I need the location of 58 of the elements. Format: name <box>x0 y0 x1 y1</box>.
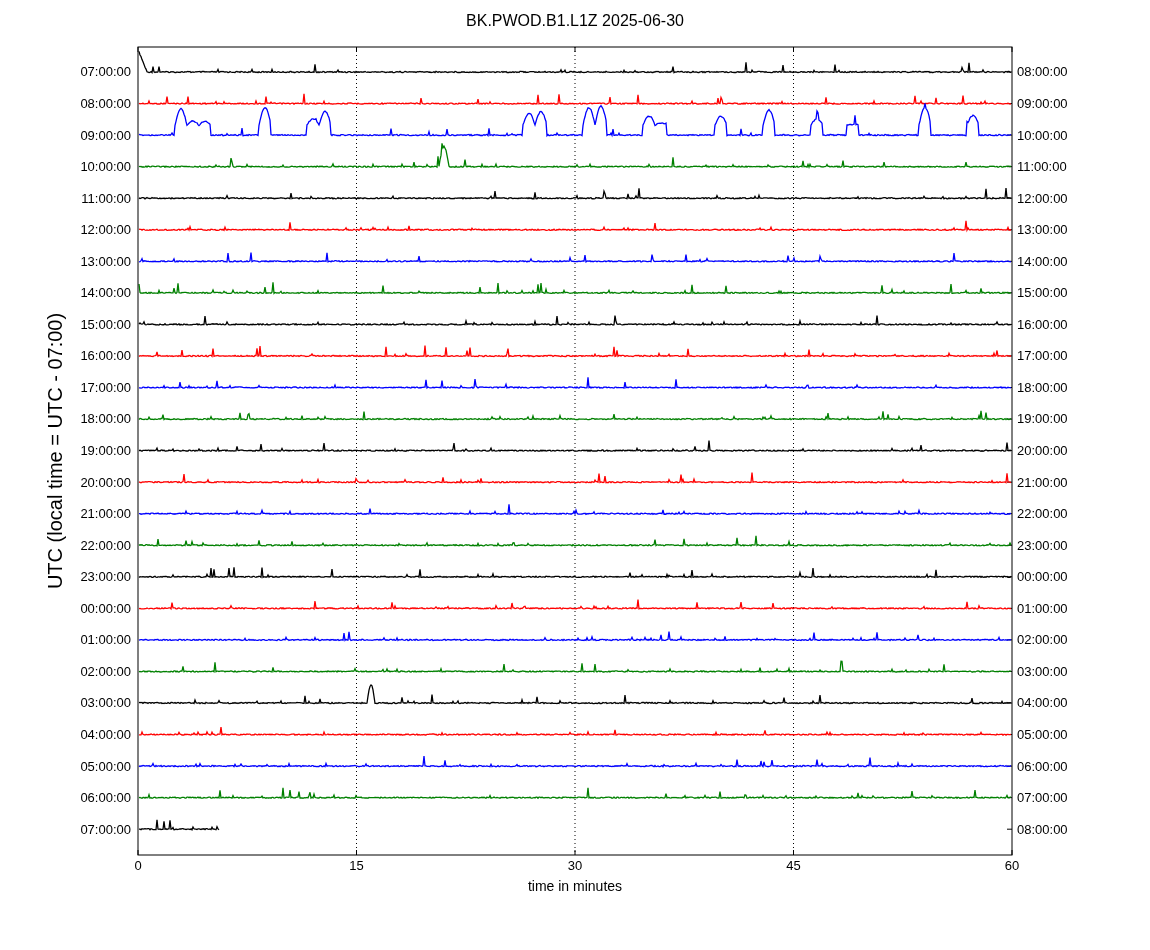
row-time-label: 17:00:00 <box>1017 348 1068 364</box>
row-time-label: 09:00:00 <box>80 127 131 143</box>
row-time-label: 20:00:00 <box>1017 443 1068 459</box>
row-time-label: 16:00:00 <box>1017 316 1068 332</box>
row-time-label: 06:00:00 <box>1017 758 1068 774</box>
row-time-label: 13:00:00 <box>80 253 131 269</box>
x-axis-label: time in minutes <box>527 877 623 894</box>
row-time-label: 05:00:00 <box>80 758 131 774</box>
x-tick-label: 0 <box>134 858 142 874</box>
row-time-label: 22:00:00 <box>80 537 131 553</box>
row-time-label: 07:00:00 <box>80 821 131 837</box>
row-time-label: 18:00:00 <box>80 411 131 427</box>
row-time-label: 08:00:00 <box>1017 64 1068 80</box>
x-tick-label: 45 <box>786 858 801 874</box>
row-time-label: 02:00:00 <box>1017 632 1068 648</box>
row-time-label: 18:00:00 <box>1017 379 1068 395</box>
row-time-label: 01:00:00 <box>80 632 131 648</box>
row-time-label: 00:00:00 <box>80 600 131 616</box>
row-time-label: 16:00:00 <box>80 348 131 364</box>
row-time-label: 00:00:00 <box>1017 569 1068 585</box>
row-time-label: 10:00:00 <box>80 159 131 175</box>
row-time-label: 22:00:00 <box>1017 506 1068 522</box>
row-time-label: 12:00:00 <box>1017 190 1068 206</box>
row-time-label: 19:00:00 <box>80 443 131 459</box>
row-time-label: 06:00:00 <box>80 790 131 806</box>
row-time-label: 05:00:00 <box>1017 727 1068 742</box>
row-time-label: 21:00:00 <box>1017 474 1068 490</box>
row-time-label: 08:00:00 <box>1017 821 1068 837</box>
row-time-label: 08:00:00 <box>80 96 131 111</box>
x-tick-label: 30 <box>567 858 583 874</box>
row-time-label: 23:00:00 <box>80 569 131 585</box>
row-time-label: 11:00:00 <box>81 190 131 206</box>
row-time-label: 19:00:00 <box>1017 411 1068 427</box>
row-time-label: 15:00:00 <box>80 316 131 332</box>
row-time-label: 07:00:00 <box>80 64 131 80</box>
row-time-label: 07:00:00 <box>1017 790 1068 806</box>
row-time-label: 20:00:00 <box>80 474 131 490</box>
row-time-label: 23:00:00 <box>1017 537 1068 553</box>
row-time-label: 02:00:00 <box>80 663 131 679</box>
row-time-label: 13:00:00 <box>1017 222 1068 238</box>
row-time-label: 15:00:00 <box>1017 285 1068 301</box>
chart-title: BK.PWOD.B1.L1Z 2025-06-30 <box>466 12 684 30</box>
row-time-label: 04:00:00 <box>80 727 131 742</box>
row-time-label: 04:00:00 <box>1017 695 1068 711</box>
x-tick-label: 60 <box>1004 858 1020 874</box>
row-time-label: 03:00:00 <box>80 695 131 711</box>
row-time-label: 14:00:00 <box>1017 253 1068 269</box>
row-time-label: 17:00:00 <box>80 379 131 395</box>
row-time-label: 01:00:00 <box>1017 600 1068 616</box>
x-tick-label: 15 <box>349 858 364 874</box>
row-time-label: 12:00:00 <box>80 222 131 238</box>
row-time-label: 09:00:00 <box>1017 96 1068 111</box>
row-time-label: 11:00:00 <box>1017 159 1067 175</box>
y-axis-label: UTC (local time = UTC - 07:00) <box>44 312 67 590</box>
row-time-label: 10:00:00 <box>1017 127 1068 143</box>
row-time-label: 21:00:00 <box>80 506 131 522</box>
row-time-label: 14:00:00 <box>80 285 131 301</box>
row-time-label: 03:00:00 <box>1017 663 1068 679</box>
